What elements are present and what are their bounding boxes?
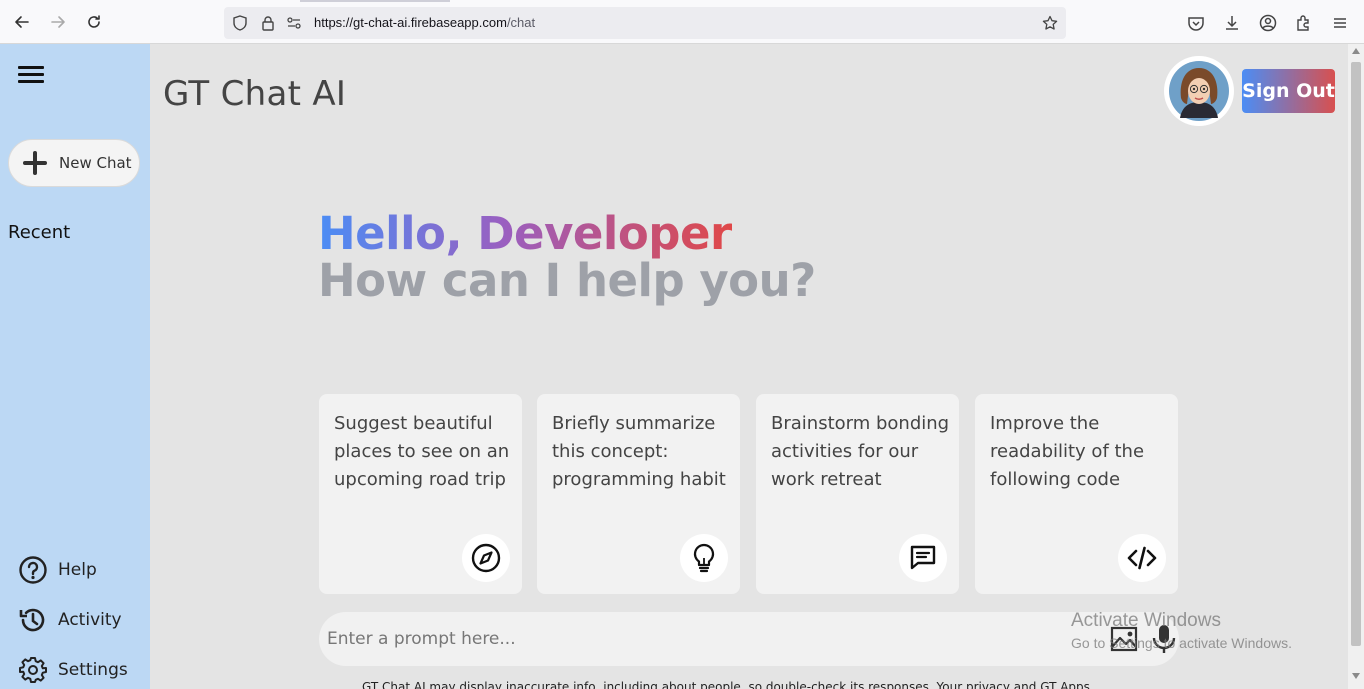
lightbulb-icon (680, 534, 728, 582)
shield-icon[interactable] (232, 15, 248, 31)
permissions-icon[interactable] (286, 15, 302, 31)
sign-out-button[interactable]: Sign Out (1242, 69, 1335, 113)
scroll-up-arrow-icon[interactable] (1352, 48, 1360, 54)
card-text: Suggest beautiful places to see on an up… (334, 413, 510, 490)
card-text: Brainstorm bonding activities for our wo… (771, 413, 950, 490)
downloads-button[interactable] (1223, 14, 1241, 32)
url-text[interactable]: https://gt-chat-ai.firebaseapp.com/chat (314, 15, 535, 30)
back-button[interactable] (12, 12, 32, 32)
windows-watermark-subtitle: Go to Settings to activate Windows. (1071, 635, 1292, 651)
page-title: GT Chat AI (163, 74, 347, 114)
extensions-button[interactable] (1295, 14, 1313, 32)
sidebar-item-label: Activity (58, 610, 122, 630)
puzzle-icon (1297, 15, 1309, 31)
new-chat-label: New Chat (59, 154, 132, 172)
plus-icon (23, 151, 47, 175)
forward-arrow-icon (51, 16, 65, 28)
browser-toolbar: https://gt-chat-ai.firebaseapp.com/chat (0, 0, 1364, 44)
pocket-icon (1188, 17, 1204, 31)
url-host: https://gt-chat-ai.firebaseapp.com (314, 15, 507, 30)
recent-heading: Recent (8, 222, 71, 243)
suggestion-card-summarize[interactable]: Briefly summarize this concept: programm… (537, 394, 740, 594)
sidebar-item-label: Help (58, 560, 97, 580)
prompt-bar (319, 612, 1179, 666)
forward-button[interactable] (48, 12, 68, 32)
url-path: /chat (506, 15, 536, 30)
sidebar-item-label: Settings (58, 660, 128, 680)
bookmark-star-icon[interactable] (1042, 15, 1058, 31)
pocket-button[interactable] (1187, 14, 1205, 32)
tab-indicator (300, 0, 450, 2)
sidebar-item-activity[interactable]: Activity (18, 605, 122, 635)
prompt-input[interactable] (327, 622, 1087, 656)
suggestion-card-code[interactable]: Improve the readability of the following… (975, 394, 1178, 594)
code-icon (1118, 534, 1166, 582)
windows-watermark-title: Activate Windows (1071, 610, 1221, 631)
account-icon (1259, 14, 1277, 32)
card-text: Improve the readability of the following… (990, 413, 1145, 490)
new-chat-button[interactable]: New Chat (8, 139, 140, 187)
user-avatar-image (1169, 61, 1229, 121)
sidebar: New Chat Recent Help Activity Settings (0, 44, 150, 689)
app-menu-button[interactable] (1331, 14, 1349, 32)
history-icon (19, 608, 45, 632)
address-bar[interactable]: https://gt-chat-ai.firebaseapp.com/chat (224, 7, 1066, 39)
hamburger-menu-icon (1334, 18, 1346, 28)
greeting-subtitle: How can I help you? (318, 254, 816, 307)
greeting-hello: Hello, Developer (318, 207, 732, 260)
account-button[interactable] (1259, 14, 1277, 32)
scrollbar-thumb[interactable] (1351, 62, 1361, 646)
page-scrollbar[interactable] (1348, 44, 1364, 689)
gear-icon (19, 657, 47, 683)
reload-icon (88, 15, 100, 28)
compass-icon (462, 534, 510, 582)
sidebar-menu-icon[interactable] (18, 66, 44, 84)
card-text: Briefly summarize this concept: programm… (552, 413, 726, 490)
back-arrow-icon (15, 16, 29, 28)
reload-button[interactable] (84, 12, 104, 32)
suggestion-card-road-trip[interactable]: Suggest beautiful places to see on an up… (319, 394, 522, 594)
disclaimer-text: GT Chat AI may display inaccurate info, … (362, 680, 1090, 689)
avatar[interactable] (1164, 56, 1234, 126)
scroll-down-arrow-icon[interactable] (1352, 673, 1360, 679)
message-icon (899, 534, 947, 582)
sidebar-item-settings[interactable]: Settings (18, 655, 128, 685)
suggestion-card-brainstorm[interactable]: Brainstorm bonding activities for our wo… (756, 394, 959, 594)
lock-icon[interactable] (260, 15, 276, 31)
help-circle-icon (19, 556, 47, 584)
download-icon (1226, 16, 1238, 30)
sidebar-item-help[interactable]: Help (18, 555, 97, 585)
